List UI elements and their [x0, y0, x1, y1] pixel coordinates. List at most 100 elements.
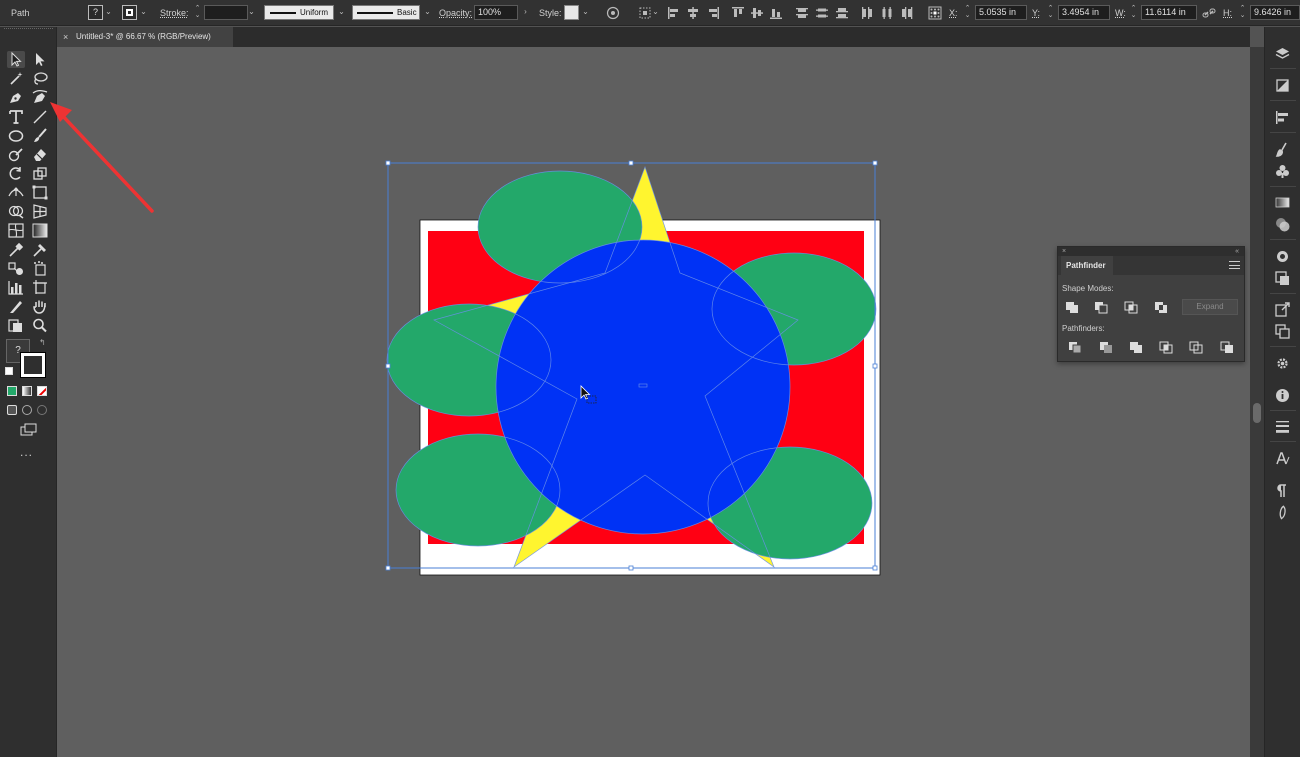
color-mode-icon[interactable] — [7, 386, 17, 396]
minus-back-icon[interactable] — [1219, 340, 1236, 355]
zoom-tool-icon[interactable] — [31, 317, 49, 334]
h-stepper-icon[interactable]: ⌃ ⌄ — [1239, 5, 1246, 19]
h-label[interactable]: H: — [1223, 8, 1232, 18]
gradient-panel-icon[interactable] — [1274, 194, 1291, 211]
vertical-scrollbar[interactable] — [1250, 47, 1264, 757]
measure-tool-icon[interactable] — [31, 241, 49, 258]
distribute-center-v-icon[interactable] — [815, 6, 829, 20]
align-bottom-icon[interactable] — [769, 6, 783, 20]
appearance-icon[interactable] — [1274, 248, 1291, 265]
align-right-icon[interactable] — [706, 6, 720, 20]
expand-button[interactable]: Expand — [1182, 299, 1238, 315]
opacity-label[interactable]: Opacity: — [439, 8, 472, 18]
artboards-panel-icon[interactable] — [1274, 323, 1291, 340]
draw-inside-icon[interactable] — [37, 405, 47, 415]
selection-tool-icon[interactable] — [7, 51, 25, 68]
w-input[interactable]: 11.6114 in — [1141, 5, 1197, 20]
brush-select[interactable]: Basic — [352, 5, 420, 20]
opentype-panel-icon[interactable] — [1274, 504, 1291, 521]
x-input[interactable]: 5.0535 in — [975, 5, 1027, 20]
distribute-bottom-icon[interactable] — [835, 6, 849, 20]
align-panel-icon[interactable] — [1274, 109, 1291, 126]
graphic-styles-icon[interactable] — [1274, 270, 1291, 287]
distribute-top-icon[interactable] — [795, 6, 809, 20]
direct-selection-tool-icon[interactable] — [31, 51, 49, 68]
artboard-tool-icon[interactable] — [31, 279, 49, 296]
draw-normal-icon[interactable] — [7, 405, 17, 415]
style-chevron-icon[interactable]: ⌄ — [582, 7, 589, 17]
align-to-chevron-icon[interactable]: ⌄ — [652, 7, 659, 17]
scale-tool-icon[interactable] — [31, 165, 49, 182]
stroke-weight-input[interactable] — [204, 5, 248, 20]
pathfinder-panel-header[interactable]: × « — [1058, 247, 1244, 256]
brush-chevron-icon[interactable]: ⌄ — [424, 7, 431, 17]
stroke-label[interactable]: Stroke: — [160, 8, 189, 18]
curvature-tool-icon[interactable] — [31, 89, 49, 106]
intersect-icon[interactable] — [1123, 300, 1140, 315]
opacity-input[interactable]: 100% — [474, 5, 518, 20]
default-fill-stroke-icon[interactable] — [5, 367, 13, 375]
h-input[interactable]: 9.6426 in — [1250, 5, 1300, 20]
close-tab-icon[interactable]: × — [63, 27, 68, 47]
stroke-profile-select[interactable]: Uniform — [264, 5, 334, 20]
align-center-v-icon[interactable] — [750, 6, 764, 20]
swap-fill-stroke-icon[interactable]: ↰ — [39, 338, 46, 347]
panel-menu-icon[interactable] — [1229, 260, 1240, 270]
document-tab[interactable]: × Untitled-3* @ 66.67 % (RGB/Preview) — [57, 27, 233, 47]
outline-icon[interactable] — [1188, 340, 1205, 355]
align-top-icon[interactable] — [731, 6, 745, 20]
column-graph-tool-icon[interactable] — [7, 279, 25, 296]
none-mode-icon[interactable] — [37, 386, 47, 396]
reference-point-icon[interactable] — [928, 6, 942, 20]
perspective-grid-tool-icon[interactable] — [31, 203, 49, 220]
opacity-arrow-icon[interactable]: › — [522, 7, 529, 17]
width-tool-icon[interactable] — [7, 184, 25, 201]
x-stepper-icon[interactable]: ⌃ ⌄ — [964, 5, 971, 19]
symbols-icon[interactable] — [1274, 163, 1291, 180]
stroke-dropdown-chevron-icon[interactable]: ⌄ — [140, 7, 147, 17]
distribute-right-icon[interactable] — [900, 6, 914, 20]
graphic-style-swatch[interactable] — [564, 5, 579, 20]
minus-front-icon[interactable] — [1093, 300, 1110, 315]
slice-tool-icon[interactable] — [7, 298, 25, 315]
y-label[interactable]: Y: — [1032, 8, 1040, 18]
paragraph-panel-icon[interactable] — [1274, 482, 1291, 499]
collapse-panel-icon[interactable]: « — [1235, 247, 1239, 256]
shaper-tool-icon[interactable] — [7, 146, 25, 163]
trim-icon[interactable] — [1098, 340, 1115, 355]
align-to-icon[interactable] — [638, 6, 652, 20]
ellipse-tool-icon[interactable] — [7, 127, 25, 144]
gradient-mode-icon[interactable] — [22, 386, 32, 396]
line-segment-tool-icon[interactable] — [31, 108, 49, 125]
magic-wand-tool-icon[interactable] — [7, 70, 25, 87]
canvas-area[interactable] — [57, 47, 1250, 757]
align-center-h-icon[interactable] — [686, 6, 700, 20]
recolor-artwork-icon[interactable] — [606, 6, 620, 20]
align-left-icon[interactable] — [667, 6, 681, 20]
w-label[interactable]: W: — [1115, 8, 1126, 18]
exclude-icon[interactable] — [1153, 300, 1170, 315]
export-asset-icon[interactable] — [1274, 301, 1291, 318]
stroke-color-box[interactable] — [20, 352, 46, 378]
info-icon[interactable] — [1274, 387, 1291, 404]
tab-pathfinder[interactable]: Pathfinder — [1061, 256, 1113, 275]
screen-mode-icon[interactable] — [20, 423, 37, 436]
distribute-left-icon[interactable] — [860, 6, 874, 20]
print-tiling-tool-icon[interactable] — [7, 317, 25, 334]
blend-tool-icon[interactable] — [7, 260, 25, 277]
merge-icon[interactable] — [1128, 340, 1145, 355]
stroke-profile-chevron-icon[interactable]: ⌄ — [338, 7, 345, 17]
crop-icon[interactable] — [1158, 340, 1175, 355]
y-input[interactable]: 3.4954 in — [1058, 5, 1110, 20]
transparency-icon[interactable] — [1274, 216, 1291, 233]
constrain-proportions-link-icon[interactable] — [1202, 6, 1216, 20]
free-transform-tool-icon[interactable] — [31, 184, 49, 201]
character-panel-icon[interactable] — [1274, 450, 1291, 467]
artwork-svg[interactable] — [57, 47, 1250, 757]
y-stepper-icon[interactable]: ⌃ ⌄ — [1047, 5, 1054, 19]
stroke-weight-chevron-icon[interactable]: ⌄ — [248, 7, 255, 17]
layers-icon[interactable] — [1274, 45, 1291, 62]
settings-gear-icon[interactable] — [1274, 355, 1291, 372]
lasso-tool-icon[interactable] — [31, 70, 49, 87]
fill-dropdown-chevron-icon[interactable]: ⌄ — [105, 7, 112, 17]
